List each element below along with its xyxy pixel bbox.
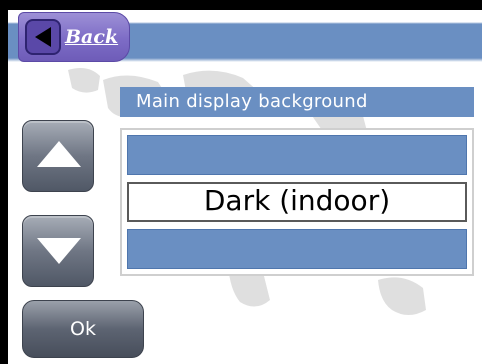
option-list: Dark (indoor) (120, 128, 474, 276)
list-title: Main display background (120, 87, 474, 117)
back-button[interactable]: Back (18, 12, 130, 62)
arrow-up-icon (37, 141, 81, 167)
back-arrow-icon (25, 19, 61, 55)
arrow-down-icon (37, 238, 81, 264)
scroll-down-button[interactable] (22, 215, 94, 287)
list-row-next[interactable] (127, 229, 467, 269)
ok-button[interactable]: Ok (22, 300, 144, 358)
list-row-previous[interactable] (127, 135, 467, 175)
settings-screen: Back Main display background Dark (indoo… (8, 10, 482, 364)
scroll-up-button[interactable] (22, 120, 94, 192)
list-row-selected[interactable]: Dark (indoor) (127, 182, 467, 222)
back-label: Back (65, 26, 119, 48)
